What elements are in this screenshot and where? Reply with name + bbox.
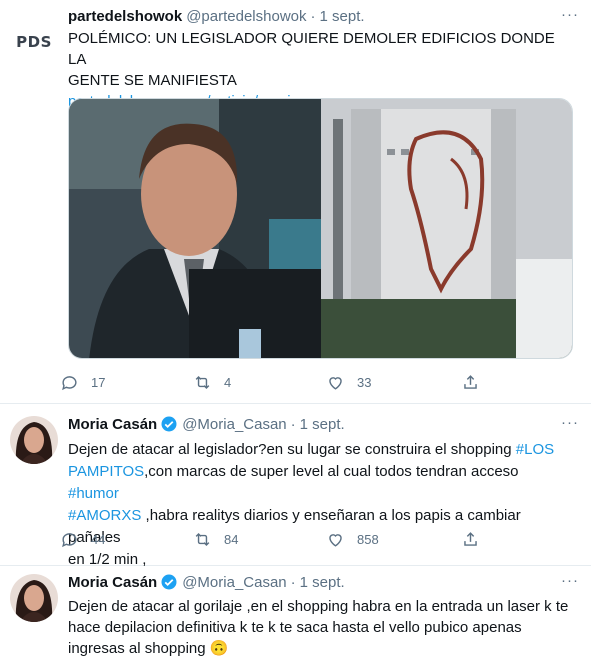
author-handle[interactable]: @partedelshowok bbox=[186, 8, 306, 25]
author-handle[interactable]: @Moria_Casan bbox=[182, 574, 286, 591]
separator-dot: · bbox=[290, 573, 296, 591]
legislator-photo[interactable] bbox=[69, 99, 321, 358]
like-count: 33 bbox=[357, 375, 372, 390]
tweet-date[interactable]: 1 sept. bbox=[300, 416, 345, 433]
reply-count: 44 bbox=[91, 532, 106, 547]
reply-icon bbox=[62, 533, 77, 548]
tweet-header: partedelshowok @partedelshowok · 1 sept. bbox=[68, 6, 365, 26]
text-segment: ,con marcas de super level al cual todos… bbox=[144, 463, 519, 480]
heart-icon bbox=[329, 377, 342, 390]
avatar-pds-text: PDS bbox=[16, 33, 52, 51]
tweet-text-line: ingresas al shopping 🙃 bbox=[68, 638, 573, 659]
more-options-button[interactable]: ··· bbox=[561, 414, 579, 431]
tweet-moria-2[interactable]: Moria Casán @Moria_Casan · 1 sept. ··· D… bbox=[0, 566, 591, 666]
author-name[interactable]: Moria Casán bbox=[68, 416, 157, 433]
author-name[interactable]: Moria Casán bbox=[68, 574, 157, 591]
text-segment: ingresas al shopping bbox=[68, 640, 206, 657]
retweet-icon bbox=[195, 532, 210, 547]
reply-icon bbox=[62, 376, 77, 391]
verified-badge-icon bbox=[161, 416, 177, 432]
tweet-actions: 17 4 33 bbox=[60, 373, 500, 392]
avatar-moria[interactable] bbox=[10, 574, 58, 622]
tweet-header: Moria Casán @Moria_Casan · 1 sept. bbox=[68, 414, 345, 434]
avatar-moria[interactable] bbox=[10, 416, 58, 464]
retweet-icon bbox=[195, 375, 210, 390]
tweet-text: Dejen de atacar al gorilaje ,en el shopp… bbox=[68, 596, 573, 659]
text-segment: Dejen de atacar al legislador?en su luga… bbox=[68, 441, 516, 458]
like-count: 858 bbox=[357, 532, 379, 547]
building-illustration bbox=[320, 99, 572, 358]
hashtag-link[interactable]: #humor bbox=[68, 485, 119, 502]
avatar-pds[interactable]: PDS bbox=[10, 18, 58, 66]
hashtag-link[interactable]: #AMORXS bbox=[68, 507, 141, 524]
author-name[interactable]: partedelshowok bbox=[68, 8, 182, 25]
author-handle[interactable]: @Moria_Casan bbox=[182, 416, 286, 433]
legislator-illustration bbox=[69, 99, 321, 358]
like-button[interactable]: 33 bbox=[326, 373, 461, 392]
retweet-count: 84 bbox=[224, 532, 239, 547]
building-photo[interactable] bbox=[320, 99, 572, 358]
retweet-button[interactable]: 4 bbox=[193, 373, 326, 392]
verified-badge-icon bbox=[161, 574, 177, 590]
moria-avatar-image bbox=[10, 416, 58, 464]
like-button[interactable]: 858 bbox=[326, 530, 461, 549]
hashtag-link[interactable]: PAMPITOS bbox=[68, 463, 144, 480]
reply-count: 17 bbox=[91, 375, 106, 390]
tweet-media[interactable] bbox=[68, 98, 573, 359]
more-options-button[interactable]: ··· bbox=[561, 6, 579, 23]
tweet-partedelshow[interactable]: PDS partedelshowok @partedelshowok · 1 s… bbox=[0, 0, 591, 404]
retweet-button[interactable]: 84 bbox=[193, 530, 326, 549]
share-button[interactable] bbox=[461, 373, 480, 392]
tweet-actions: 44 84 858 bbox=[60, 530, 500, 549]
tweet-date[interactable]: 1 sept. bbox=[320, 8, 365, 25]
tweet-text-line: PAMPITOS,con marcas de super level al cu… bbox=[68, 461, 573, 505]
separator-dot: · bbox=[290, 415, 296, 433]
reply-button[interactable]: 17 bbox=[60, 373, 193, 392]
upside-down-face-emoji: 🙃 bbox=[209, 640, 229, 657]
heart-icon bbox=[329, 534, 342, 547]
tweet-text-line: GENTE SE MANIFIESTA bbox=[68, 72, 237, 89]
tweet-text-line: hace depilacion definitiva k te k te sac… bbox=[68, 619, 522, 636]
share-button[interactable] bbox=[461, 530, 480, 549]
tweet-date[interactable]: 1 sept. bbox=[300, 574, 345, 591]
moria-avatar-image bbox=[10, 574, 58, 622]
share-icon bbox=[464, 532, 477, 546]
more-options-button[interactable]: ··· bbox=[561, 572, 579, 589]
tweet-text-line: Dejen de atacar al gorilaje ,en el shopp… bbox=[68, 598, 569, 615]
tweet-text-line: POLÉMICO: UN LEGISLADOR QUIERE DEMOLER E… bbox=[68, 30, 555, 68]
tweet-moria-1[interactable]: Moria Casán @Moria_Casan · 1 sept. ··· D… bbox=[0, 404, 591, 568]
retweet-count: 4 bbox=[224, 375, 232, 390]
tweet-text: Dejen de atacar al legislador?en su luga… bbox=[68, 439, 573, 571]
hashtag-link[interactable]: #LOS bbox=[516, 441, 554, 458]
reply-button[interactable]: 44 bbox=[60, 530, 193, 549]
tweet-header: Moria Casán @Moria_Casan · 1 sept. bbox=[68, 572, 345, 592]
tweet-text-line: Dejen de atacar al legislador?en su luga… bbox=[68, 439, 573, 461]
share-icon bbox=[464, 375, 477, 389]
separator-dot: · bbox=[310, 7, 316, 25]
